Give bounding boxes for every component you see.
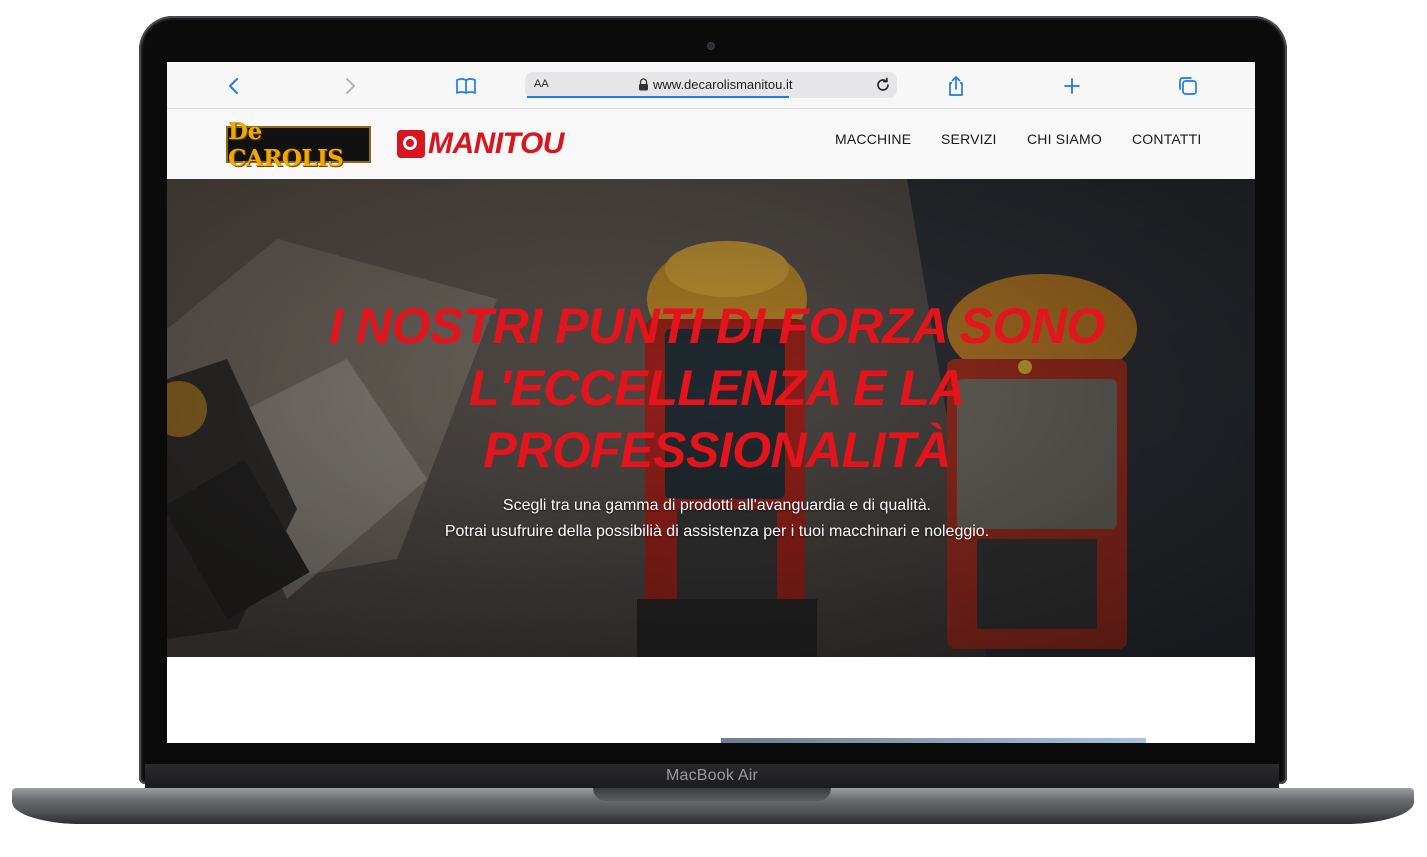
nav-servizi[interactable]: SERVIZI (941, 131, 997, 147)
nav-chi-siamo[interactable]: CHI SIAMO (1027, 131, 1102, 147)
share-icon[interactable] (944, 74, 968, 98)
reload-icon[interactable] (874, 76, 892, 94)
browser-screen: AA www.decarolismanitou.it De CAROLIS MA… (167, 62, 1255, 743)
hero-subtitle-line-2: Potrai usufruire della possibilià di ass… (444, 523, 990, 540)
text-size-button[interactable]: AA (534, 78, 549, 90)
content-section (167, 657, 1255, 743)
nav-macchine[interactable]: MACCHINE (835, 131, 911, 147)
decarolis-logo[interactable]: De CAROLIS (226, 118, 371, 172)
hero-title: I NOSTRI PUNTI DI FORZA SONO L'ECCELLENZ… (329, 298, 1105, 478)
forward-icon[interactable] (338, 74, 362, 98)
address-bar[interactable]: AA www.decarolismanitou.it (525, 72, 897, 98)
tabs-icon[interactable] (1176, 74, 1200, 98)
device-label: MacBook Air (665, 767, 758, 784)
lock-icon (639, 78, 648, 91)
bookmarks-icon[interactable] (454, 74, 478, 98)
page-load-progress (527, 96, 789, 98)
back-icon[interactable] (222, 74, 246, 98)
url-text: www.decarolismanitou.it (653, 77, 793, 92)
image-card-peek (721, 738, 1146, 743)
manitou-mark-icon (397, 130, 425, 158)
new-tab-icon[interactable] (1060, 74, 1084, 98)
laptop-notch (593, 788, 831, 801)
hero-section: I NOSTRI PUNTI DI FORZA SONO L'ECCELLENZ… (167, 179, 1255, 657)
site-header: De CAROLIS MANITOU MACCHINE SERVIZI CHI … (167, 109, 1255, 179)
manitou-logo[interactable]: MANITOU (397, 127, 564, 161)
hero-subtitle-line-1: Scegli tra una gamma di prodotti all'ava… (502, 497, 932, 514)
laptop-hinge: MacBook Air (145, 764, 1279, 790)
nav-contatti[interactable]: CONTATTI (1132, 131, 1202, 147)
camera (707, 42, 715, 50)
browser-toolbar: AA www.decarolismanitou.it (167, 62, 1255, 109)
